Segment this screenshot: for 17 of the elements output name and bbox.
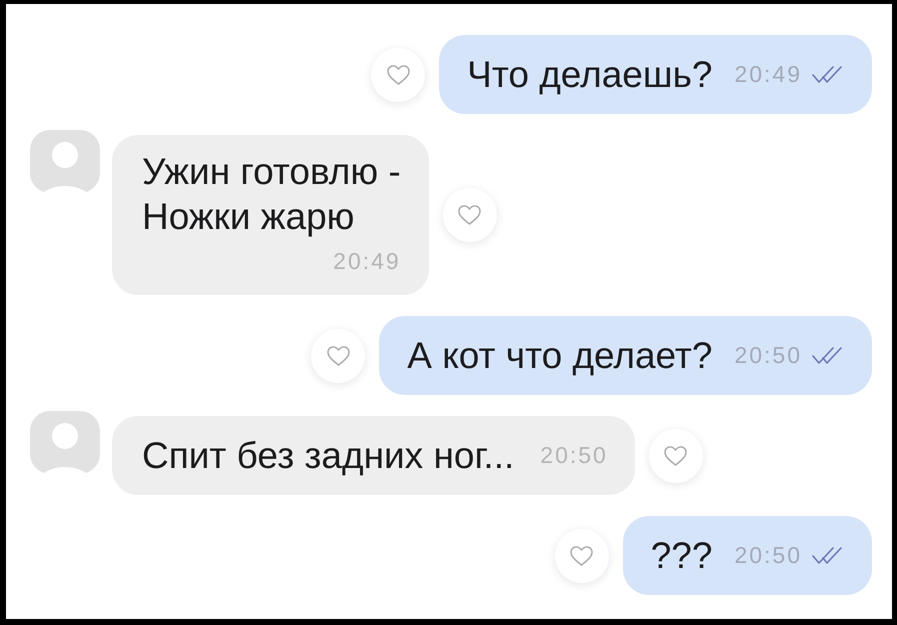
message-time: 20:49 [333,247,401,275]
avatar-icon [30,411,100,474]
message-text: Ужин готовлю - Ножки жарю [142,150,401,239]
avatar-icon [30,130,100,193]
message-text: Что делаешь? [467,53,712,97]
message-text: Спит без задних ног... [142,434,514,478]
heart-icon [326,346,350,366]
message-time: 20:49 [734,60,802,90]
message-time: 20:50 [734,541,802,570]
message-text: А кот что делает? [407,334,712,378]
heart-icon [386,64,410,84]
message-time: 20:50 [734,341,802,370]
message-time: 20:50 [540,441,608,470]
heart-icon [458,205,482,225]
message-text: ??? [650,534,712,578]
heart-icon [664,446,688,466]
heart-icon [570,546,594,566]
